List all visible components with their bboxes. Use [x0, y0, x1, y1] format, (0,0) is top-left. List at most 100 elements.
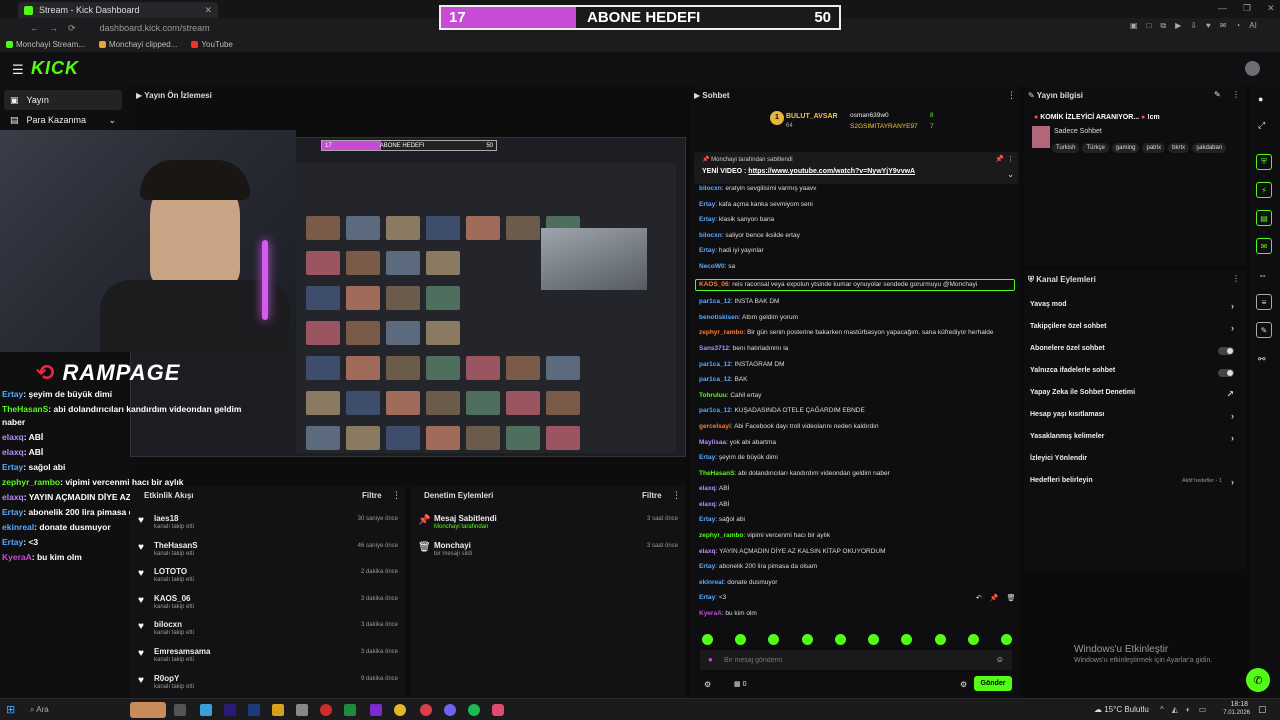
chat-username[interactable]: par1ca_12 [699, 361, 731, 368]
chat-username[interactable]: Ertay [699, 216, 715, 223]
stream-tag[interactable]: patrix [1142, 143, 1166, 153]
channel-action-row[interactable]: İzleyici Yönlendir [1030, 455, 1240, 469]
pin-icon[interactable]: 📌 [990, 594, 999, 602]
chat-message[interactable]: benotiskisen: Attım geldim yorum [699, 314, 1015, 322]
chat-message[interactable]: Ertay: şeyim de büyük dimi [699, 454, 1015, 462]
emote-icon[interactable] [934, 634, 946, 645]
more-icon[interactable]: ⋮ [1007, 90, 1016, 101]
chat-username[interactable]: zephyr_rambo [699, 532, 743, 539]
clock-date[interactable]: 7.01.2026 [1214, 710, 1250, 716]
unpin-icon[interactable]: 📌 [995, 155, 1004, 163]
extensions-icon[interactable]: ⧉ [1160, 21, 1166, 31]
pinned-link[interactable]: https://www.youtube.com/watch?v=NywYjY9v… [748, 168, 915, 175]
chat-message[interactable]: Maylisaa: yok abi abartma [699, 439, 1015, 447]
chat-icon[interactable]: ✉ [1220, 21, 1227, 31]
chevron-down-icon[interactable]: ⌄ [1007, 170, 1014, 179]
toggle-switch[interactable] [1218, 347, 1234, 355]
opera-icon[interactable] [320, 704, 332, 716]
network-icon[interactable]: ◭ [1172, 705, 1178, 714]
info-icon[interactable]: ● [1258, 94, 1263, 104]
chat-message[interactable]: Ertay: <3 [699, 594, 1015, 602]
edge-icon[interactable] [200, 704, 212, 716]
windows-start-icon[interactable]: ⊞ [6, 703, 15, 716]
chat-message[interactable]: Tohruluu: Cahil ertay [699, 392, 1015, 400]
activity-user[interactable]: LOTOTO [154, 567, 187, 576]
channel-action-row[interactable]: Yalnızca ifadelerle sohbet [1030, 367, 1240, 381]
chat-message[interactable]: bilocxn: eratyin sevgilisimi varmış yaav… [699, 185, 1015, 193]
chat-username[interactable]: TheHasanS [699, 470, 734, 477]
rail-lightning-icon[interactable]: ⚡ [1256, 182, 1272, 198]
bookmark-item[interactable]: Monchayi Stream... [6, 40, 85, 49]
photoshop-icon[interactable] [248, 704, 260, 716]
ai-icon[interactable]: AI [1249, 21, 1257, 31]
discord-icon[interactable] [444, 704, 456, 716]
avatar[interactable] [1245, 61, 1260, 76]
stream-tag[interactable]: şakdaban [1192, 143, 1227, 153]
chat-username[interactable]: par1ca_12 [699, 407, 731, 414]
chat-username[interactable]: KAOS_06 [699, 281, 729, 288]
chat-message[interactable]: Ertay: hadi iyi yayınlar [699, 247, 1015, 255]
battery-icon[interactable]: ▭ [1199, 705, 1207, 714]
weather-widget[interactable]: ☁ 15°C Bulutlu [1094, 705, 1149, 714]
task-view-icon[interactable] [174, 704, 186, 716]
stream-tag[interactable]: bkrtx [1168, 143, 1190, 153]
chevron-up-icon[interactable]: ^ [1160, 705, 1164, 714]
emote-icon[interactable] [768, 634, 780, 645]
emote-icon[interactable] [868, 634, 880, 645]
chat-message[interactable]: gercelsayi: Abi Facebook dayı troll vide… [699, 423, 1015, 431]
send-button[interactable]: Gönder [974, 676, 1012, 691]
activity-user[interactable]: KAOS_06 [154, 594, 190, 603]
emote-icon[interactable] [901, 634, 913, 645]
back-icon[interactable]: ← [30, 23, 39, 33]
mic-icon[interactable]: ● [708, 655, 713, 664]
reply-icon[interactable]: ↶ [976, 594, 982, 602]
kick-logo[interactable]: KICK [31, 58, 79, 79]
chat-message[interactable]: Ertay: abonelik 200 lira pimasa da olsam [699, 563, 1015, 571]
close-window-icon[interactable]: ✕ [1267, 3, 1275, 14]
toggle-switch[interactable] [1218, 369, 1234, 377]
rail-list-icon[interactable]: ≡ [1256, 294, 1272, 310]
chrome-icon[interactable] [394, 704, 406, 716]
emoji-icon[interactable]: ☺ [996, 655, 1004, 664]
heart-icon[interactable]: ♥ [1206, 21, 1211, 31]
channel-action-row[interactable]: Hedefleri belirleyin Aktif hedefler - 1 › [1030, 477, 1240, 491]
chat-message[interactable]: par1ca_12: KUŞADASINDA OTELE ÇAĞARDIM EB… [699, 407, 1015, 415]
more-icon[interactable]: ⋮ [672, 490, 681, 501]
after-effects-icon[interactable] [370, 704, 382, 716]
rail-mod-icon[interactable]: ⛨ [1256, 154, 1272, 170]
bookmark-item[interactable]: YouTube [191, 40, 233, 49]
browser-tab[interactable]: Stream - Kick Dashboard ✕ [18, 2, 218, 18]
chat-message[interactable]: Ertay: kafa açma kanka sevmiyom seni [699, 201, 1015, 209]
chat-username[interactable]: Ertay [699, 247, 715, 254]
chat-message[interactable]: KyeraA: bu kim olm [699, 610, 1015, 618]
moderation-filter-button[interactable]: Filtre [642, 491, 662, 500]
emote-icon[interactable] [834, 634, 846, 645]
chat-username[interactable]: elaxq [699, 548, 716, 555]
channel-action-row[interactable]: Yapay Zeka ile Sohbet Denetimi ↗ [1030, 389, 1240, 403]
channel-action-row[interactable]: Hesap yaşı kısıtlaması › [1030, 411, 1240, 425]
stream-tag[interactable]: Turkish [1052, 143, 1080, 153]
emote-icon[interactable] [735, 634, 747, 645]
chat-message[interactable]: KAOS_06: reis raconsal veya expolun ytsi… [695, 278, 1015, 291]
edit-icon[interactable]: ✎ [1214, 90, 1221, 99]
chat-message[interactable]: elaxq: ABİ [699, 485, 1015, 493]
stream-tag[interactable]: Türkçe [1082, 143, 1109, 153]
emote-icon[interactable] [1000, 634, 1012, 645]
chat-username[interactable]: ekinreal [699, 579, 724, 586]
screenshot-icon[interactable]: □ [1147, 21, 1152, 31]
chat-username[interactable]: NecoW0 [699, 263, 725, 270]
link-icon[interactable]: ⇔ [1258, 270, 1267, 280]
chat-username[interactable]: Maylisaa [699, 439, 726, 446]
more-icon[interactable]: ⋮ [1232, 90, 1240, 99]
sidebar-item-yayin[interactable]: ▣ Yayın [4, 90, 122, 110]
emote-icon[interactable] [702, 634, 713, 645]
chat-username[interactable]: bilocxn [699, 185, 722, 192]
chat-message[interactable]: zephyr_rambo: vipimi vercenmi hacı bir a… [699, 532, 1015, 540]
minimize-icon[interactable]: — [1218, 3, 1227, 14]
chat-message[interactable]: bilocxn: saliyor bence iksilde ertay [699, 232, 1015, 240]
chat-username[interactable]: elaxq [699, 501, 716, 508]
chat-username[interactable]: gercelsayi [699, 423, 731, 430]
chat-message[interactable]: Ertay: klasik sanyon bana [699, 216, 1015, 224]
rail-tool-icon[interactable]: ✎ [1256, 322, 1272, 338]
menu-icon[interactable]: ☰ [12, 62, 24, 78]
